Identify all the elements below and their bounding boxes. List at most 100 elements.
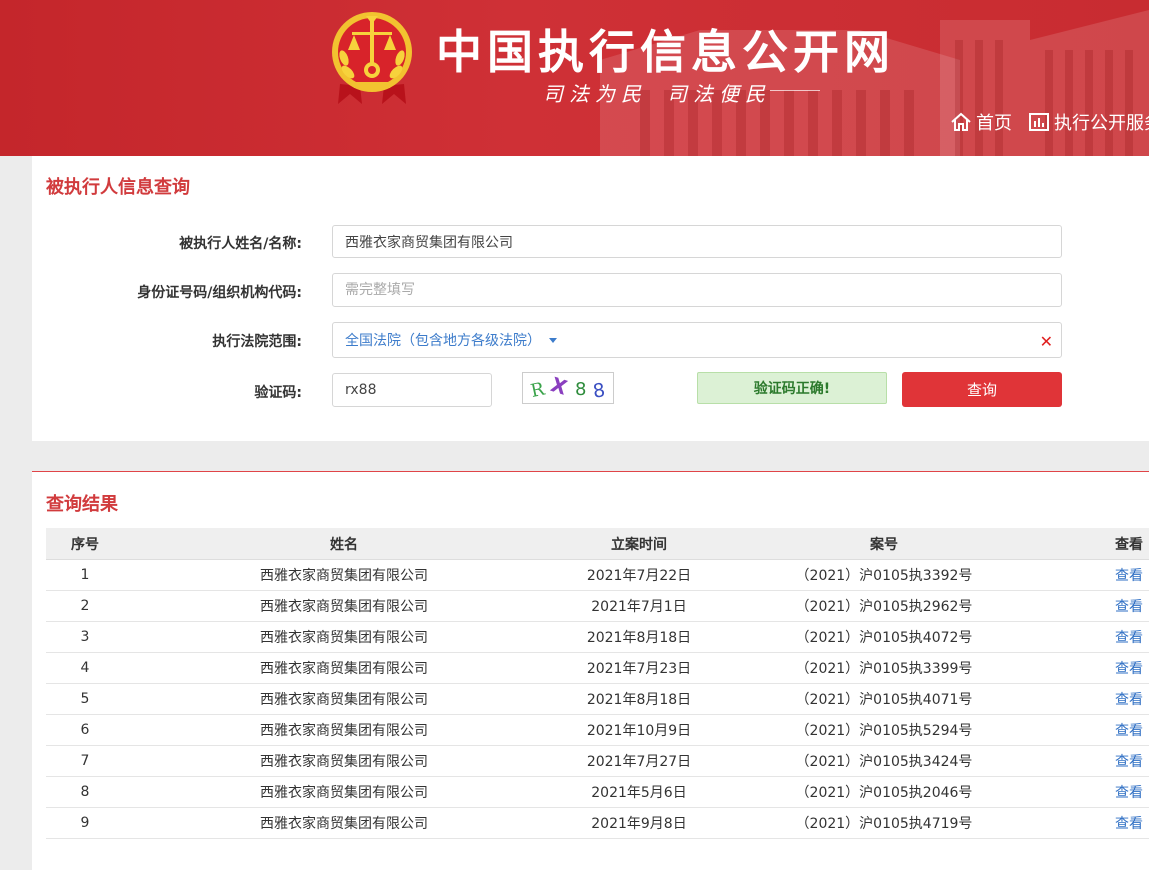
row-name: 西雅衣家商贸集团有限公司 [124,745,564,777]
captcha-image[interactable]: R X 8 8 [522,372,614,404]
captcha-char: 8 [592,379,607,402]
captcha-text-image: R X 8 8 [529,372,607,403]
clear-icon[interactable]: ✕ [1040,332,1053,351]
captcha-char: X [548,373,571,400]
row-no: 4 [46,652,124,684]
row-case-number: （2021）沪0105执3392号 [714,559,1054,591]
table-row: 9 西雅衣家商贸集团有限公司 2021年9月8日 （2021）沪0105执4719号 查… [46,807,1149,839]
row-view-link[interactable]: 查看 [1115,754,1143,770]
nav-home[interactable]: 首页 [950,109,1012,135]
row-date: 2021年8月18日 [564,621,714,653]
row-no: 7 [46,745,124,777]
row-case-number: （2021）沪0105执3399号 [714,652,1054,684]
table-cell: 查看 [1054,590,1149,622]
row-case-number: （2021）沪0105执4072号 [714,621,1054,653]
table-row: 1 西雅衣家商贸集团有限公司 2021年7月22日 （2021）沪0105执3392号… [46,559,1149,591]
row-date: 2021年5月6日 [564,776,714,808]
table-cell: 查看 [1054,652,1149,684]
row-view-link[interactable]: 查看 [1115,630,1143,646]
nav-enforcement-services[interactable]: 执行公开服务 [1028,109,1149,135]
nav-home-label: 首页 [976,113,1012,134]
row-date: 2021年7月23日 [564,652,714,684]
table-row: 2 西雅衣家商贸集团有限公司 2021年7月1日 （2021）沪0105执2962号 查… [46,590,1149,622]
row-case-number: （2021）沪0105执2962号 [714,590,1054,622]
top-nav: 首页 执行公开服务 [950,108,1149,136]
row-no: 9 [46,807,124,839]
row-name: 西雅衣家商贸集团有限公司 [124,776,564,808]
table-cell: 查看 [1054,621,1149,653]
table-row: 5 西雅衣家商贸集团有限公司 2021年8月18日 （2021）沪0105执4071号… [46,683,1149,715]
slogan-text: 司法为民 [543,82,647,106]
row-date: 2021年7月1日 [564,590,714,622]
home-icon [951,112,971,131]
chart-icon [1029,113,1049,131]
query-panel: 被执行人信息查询 被执行人姓名/名称: 身份证号码/组织机构代码: 执行法院范围… [32,156,1149,441]
court-emblem-icon [332,12,412,104]
id-label: 身份证号码/组织机构代码: [137,285,302,301]
col-header-case: 案号 [714,528,1054,560]
row-no: 2 [46,590,124,622]
name-label: 被执行人姓名/名称: [179,236,302,252]
row-no: 1 [46,559,124,591]
court-select-value: 全国法院（包含地方各级法院） [345,333,541,349]
row-view-link[interactable]: 查看 [1115,568,1143,584]
row-case-number: （2021）沪0105执4719号 [714,807,1054,839]
row-view-link[interactable]: 查看 [1115,599,1143,615]
row-view-link[interactable]: 查看 [1115,816,1143,832]
captcha-char: 8 [575,379,586,400]
row-no: 8 [46,776,124,808]
slogan-divider [770,90,820,91]
row-no: 3 [46,621,124,653]
captcha-label: 验证码: [254,385,302,401]
table-cell: 查看 [1054,745,1149,777]
row-name: 西雅衣家商贸集团有限公司 [124,590,564,622]
table-cell: 查看 [1054,683,1149,715]
row-case-number: （2021）沪0105执3424号 [714,745,1054,777]
results-title: 查询结果 [46,494,118,515]
site-title: 中国执行信息公开网 [436,25,895,79]
results-table: 序号 姓名 立案时间 案号 查看 1 西雅衣家商贸集团有限公司 2021年7月22日… [46,528,1149,839]
col-header-name: 姓名 [124,528,564,560]
row-view-link[interactable]: 查看 [1115,785,1143,801]
row-view-link[interactable]: 查看 [1115,692,1143,708]
row-name: 西雅衣家商贸集团有限公司 [124,621,564,653]
nav-services-label: 执行公开服务 [1054,113,1149,134]
row-date: 2021年10月9日 [564,714,714,746]
id-input[interactable] [332,273,1062,307]
table-row: 8 西雅衣家商贸集团有限公司 2021年5月6日 （2021）沪0105执2046号 查… [46,776,1149,808]
table-row: 6 西雅衣家商贸集团有限公司 2021年10月9日 （2021）沪0105执5294号… [46,714,1149,746]
slogan-text: 司法便民 [667,82,771,106]
table-header-row: 序号 姓名 立案时间 案号 查看 [46,528,1149,560]
table-cell: 查看 [1054,807,1149,839]
captcha-input[interactable] [332,373,492,407]
site-header: 中国执行信息公开网 司法为民 司法便民 首页 执行公开服务 [0,0,1149,156]
chevron-down-icon [549,337,557,343]
table-row: 3 西雅衣家商贸集团有限公司 2021年8月18日 （2021）沪0105执4072号… [46,621,1149,653]
row-name: 西雅衣家商贸集团有限公司 [124,652,564,684]
results-panel: 查询结果 序号 姓名 立案时间 案号 查看 1 西雅衣家商贸集团有限公司 2021年… [32,471,1149,870]
table-row: 7 西雅衣家商贸集团有限公司 2021年7月27日 （2021）沪0105执3424号… [46,745,1149,777]
col-header-date: 立案时间 [564,528,714,560]
col-header-view: 查看 [1054,528,1149,560]
row-case-number: （2021）沪0105执4071号 [714,683,1054,715]
row-view-link[interactable]: 查看 [1115,661,1143,677]
table-row: 4 西雅衣家商贸集团有限公司 2021年7月23日 （2021）沪0105执3399号… [46,652,1149,684]
row-name: 西雅衣家商贸集团有限公司 [124,714,564,746]
search-button[interactable]: 查询 [902,372,1062,407]
captcha-char: R [529,379,547,402]
row-date: 2021年8月18日 [564,683,714,715]
table-cell: 查看 [1054,559,1149,591]
row-view-link[interactable]: 查看 [1115,723,1143,739]
row-no: 5 [46,683,124,715]
court-select[interactable]: 全国法院（包含地方各级法院） ✕ [332,322,1062,358]
row-name: 西雅衣家商贸集团有限公司 [124,559,564,591]
table-cell: 查看 [1054,776,1149,808]
captcha-verified-badge: 验证码正确! [697,372,887,404]
query-title: 被执行人信息查询 [46,177,190,198]
row-no: 6 [46,714,124,746]
row-case-number: （2021）沪0105执5294号 [714,714,1054,746]
row-date: 2021年7月27日 [564,745,714,777]
name-input[interactable] [332,225,1062,258]
court-label: 执行法院范围: [212,334,302,350]
row-case-number: （2021）沪0105执2046号 [714,776,1054,808]
